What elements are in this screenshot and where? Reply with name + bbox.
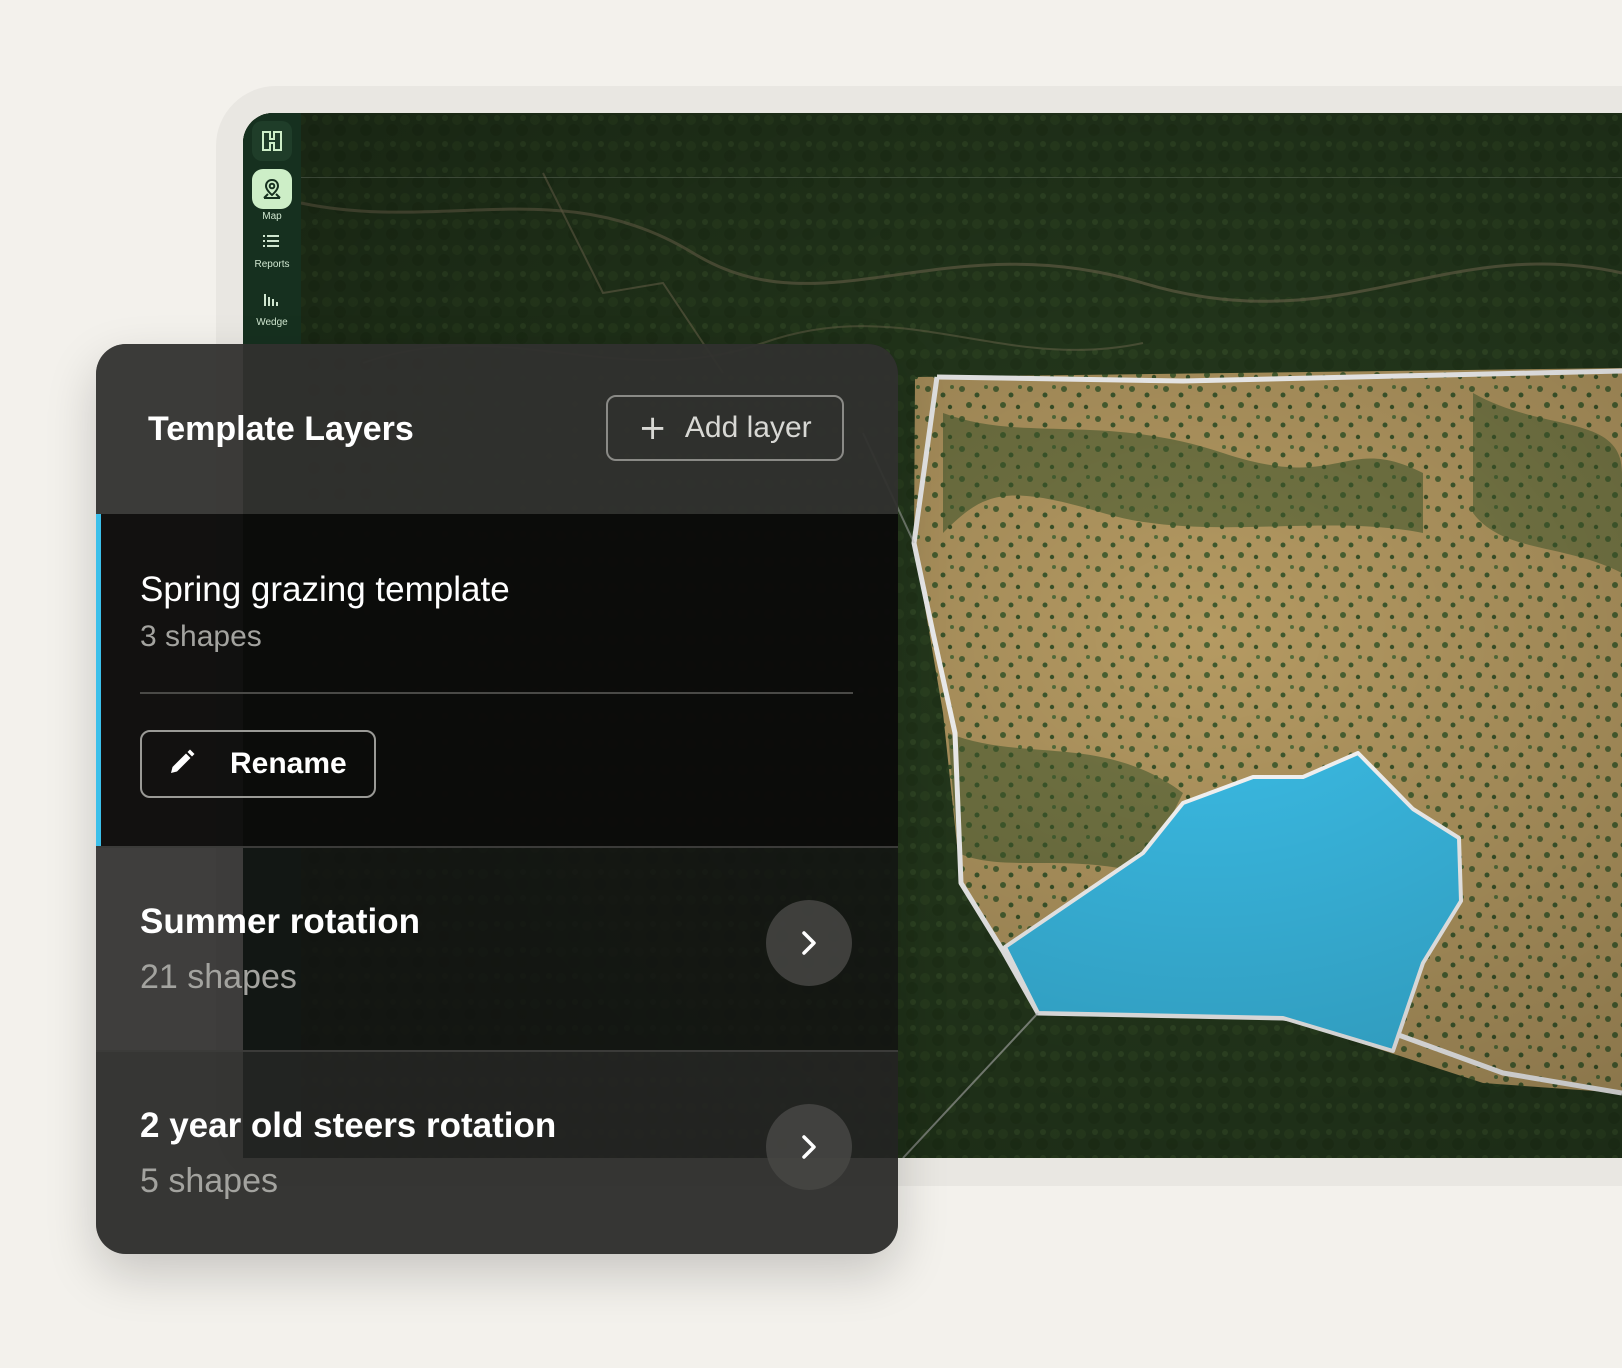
rail-item-label: Map <box>262 211 282 222</box>
layer-item[interactable]: Summer rotation 21 shapes <box>96 846 898 1050</box>
rail-item-map[interactable]: Map <box>243 169 301 222</box>
map-toolbar-divider <box>301 177 1622 178</box>
active-indicator <box>96 514 101 846</box>
template-layers-panel: Template Layers + Add layer Spring grazi… <box>96 344 898 1254</box>
rename-label: Rename <box>230 747 347 780</box>
divider <box>140 692 853 694</box>
layer-name: Summer rotation <box>140 902 421 941</box>
chevron-right-icon <box>802 931 816 955</box>
app-logo-icon[interactable] <box>252 121 292 161</box>
add-layer-button[interactable]: + Add layer <box>606 395 844 461</box>
rail-item-reports[interactable]: Reports <box>243 225 301 270</box>
layer-shape-count: 21 shapes <box>140 958 297 996</box>
layer-item[interactable]: 2 year old steers rotation 5 shapes <box>96 1050 898 1254</box>
chevron-right-icon <box>802 1135 816 1159</box>
layer-shape-count: 5 shapes <box>140 1162 278 1200</box>
add-layer-label: Add layer <box>684 411 812 444</box>
map-pin-icon <box>252 169 292 209</box>
rail-item-label: Reports <box>254 259 290 270</box>
panel-header: Template Layers + Add layer <box>96 344 898 514</box>
pencil-icon <box>166 748 196 781</box>
rename-button[interactable]: Rename <box>140 730 376 798</box>
layer-name: 2 year old steers rotation <box>140 1106 557 1145</box>
panel-title: Template Layers <box>148 410 414 448</box>
list-icon <box>252 225 292 257</box>
open-layer-button[interactable] <box>766 900 852 986</box>
layer-name: Spring grazing template <box>140 570 510 609</box>
plus-icon: + <box>638 408 667 448</box>
bar-chart-icon <box>252 283 292 315</box>
layer-shape-count: 3 shapes <box>140 620 262 653</box>
rail-item-label: Wedge <box>256 317 288 328</box>
rail-item-wedge[interactable]: Wedge <box>243 283 301 328</box>
open-layer-button[interactable] <box>766 1104 852 1190</box>
